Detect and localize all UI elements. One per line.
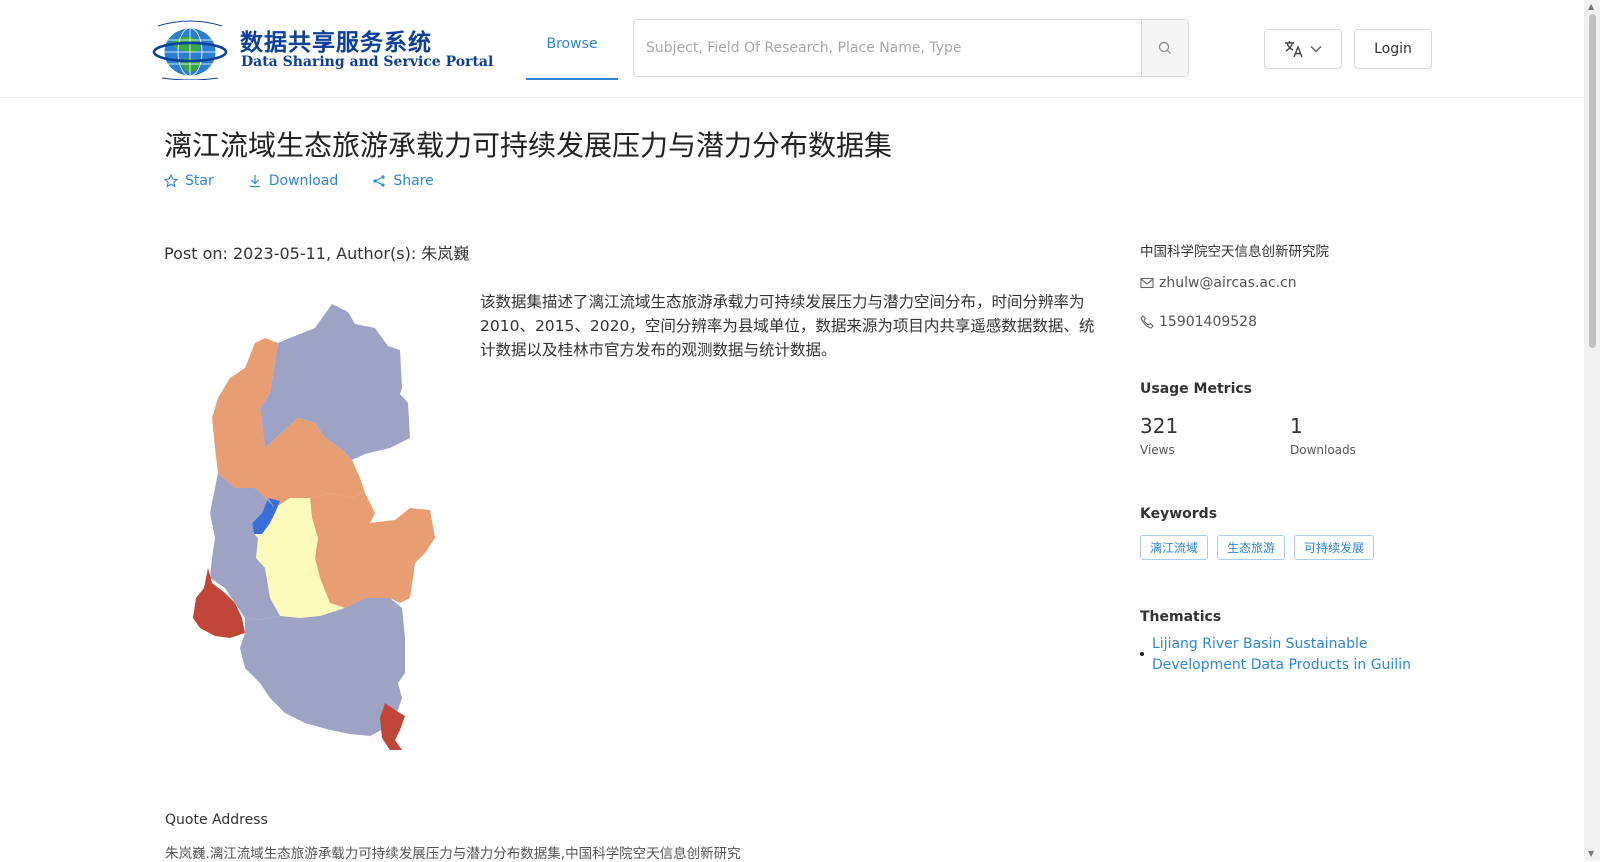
- usage-metrics-title: Usage Metrics: [1140, 381, 1252, 397]
- scroll-up-icon[interactable]: ▲: [1588, 2, 1594, 11]
- download-button[interactable]: Download: [248, 173, 339, 189]
- dataset-title: 漓江流域生态旅游承载力可持续发展压力与潜力分布数据集: [164, 129, 893, 162]
- keyword-list: 漓江流域 生态旅游 可持续发展: [1140, 535, 1375, 560]
- search-button[interactable]: [1141, 20, 1188, 76]
- views-label: Views: [1140, 443, 1175, 457]
- site-logo[interactable]: 数据共享服务系统 Data Sharing and Service Portal: [152, 20, 493, 80]
- globe-logo-icon: [152, 20, 228, 80]
- search-box: [633, 19, 1189, 77]
- scroll-down-icon[interactable]: ▼: [1588, 849, 1594, 858]
- page-scrollbar[interactable]: ▲ ▼: [1584, 0, 1600, 861]
- share-button[interactable]: Share: [372, 173, 434, 189]
- downloads-count: 1: [1290, 414, 1303, 438]
- search-input[interactable]: [634, 20, 1142, 76]
- keyword-tag[interactable]: 生态旅游: [1217, 535, 1286, 560]
- thematics-title: Thematics: [1140, 609, 1222, 625]
- download-label: Download: [268, 173, 339, 189]
- email-text[interactable]: zhulw@aircas.ac.cn: [1159, 275, 1297, 291]
- phone-text: 15901409528: [1159, 314, 1257, 330]
- keyword-tag[interactable]: 漓江流域: [1140, 535, 1209, 560]
- translate-icon: [1285, 41, 1303, 58]
- keyword-tag[interactable]: 可持续发展: [1294, 535, 1375, 560]
- map-region-southeast-red: [380, 703, 405, 750]
- mail-icon: [1140, 277, 1154, 289]
- map-region-east: [310, 493, 435, 608]
- nav-browse-tab[interactable]: Browse: [526, 36, 618, 80]
- dataset-actions: Star Download Share: [164, 173, 434, 189]
- thematic-item: Lijiang River Basin Sustainable Developm…: [1140, 634, 1430, 676]
- phone-icon: [1140, 315, 1154, 329]
- dataset-description: 该数据集描述了漓江流域生态旅游承载力可持续发展压力与潜力空间分布，时间分辨率为2…: [480, 293, 1095, 359]
- contact-email: zhulw@aircas.ac.cn: [1140, 275, 1297, 291]
- star-button[interactable]: Star: [164, 173, 214, 189]
- quote-address-text: 朱岚巍.漓江流域生态旅游承载力可持续发展压力与潜力分布数据集,中国科学院空天信息…: [165, 846, 741, 862]
- scrollbar-thumb[interactable]: [1589, 14, 1596, 348]
- logo-title-cn: 数据共享服务系统: [240, 30, 432, 56]
- star-icon: [164, 174, 178, 188]
- organization-name: 中国科学院空天信息创新研究院: [1140, 244, 1329, 260]
- share-label: Share: [393, 173, 434, 189]
- language-switcher-button[interactable]: [1264, 29, 1342, 69]
- contact-phone: 15901409528: [1140, 314, 1257, 330]
- thematic-link[interactable]: Lijiang River Basin Sustainable Developm…: [1152, 634, 1430, 676]
- top-header: 数据共享服务系统 Data Sharing and Service Portal…: [0, 0, 1584, 98]
- star-label: Star: [185, 173, 214, 189]
- logo-title-en: Data Sharing and Service Portal: [241, 54, 494, 70]
- share-icon: [373, 175, 385, 187]
- views-count: 321: [1140, 414, 1179, 438]
- dataset-thumbnail-map[interactable]: [190, 298, 450, 758]
- post-info: Post on: 2023-05-11, Author(s): 朱岚巍: [164, 244, 470, 263]
- list-bullet: [1140, 652, 1144, 656]
- login-button[interactable]: Login: [1354, 29, 1432, 69]
- download-icon: [249, 175, 260, 188]
- keywords-title: Keywords: [1140, 506, 1218, 522]
- search-icon: [1158, 41, 1171, 54]
- downloads-label: Downloads: [1290, 443, 1356, 457]
- quote-address-label: Quote Address: [165, 812, 268, 828]
- chevron-down-icon: [1310, 46, 1322, 53]
